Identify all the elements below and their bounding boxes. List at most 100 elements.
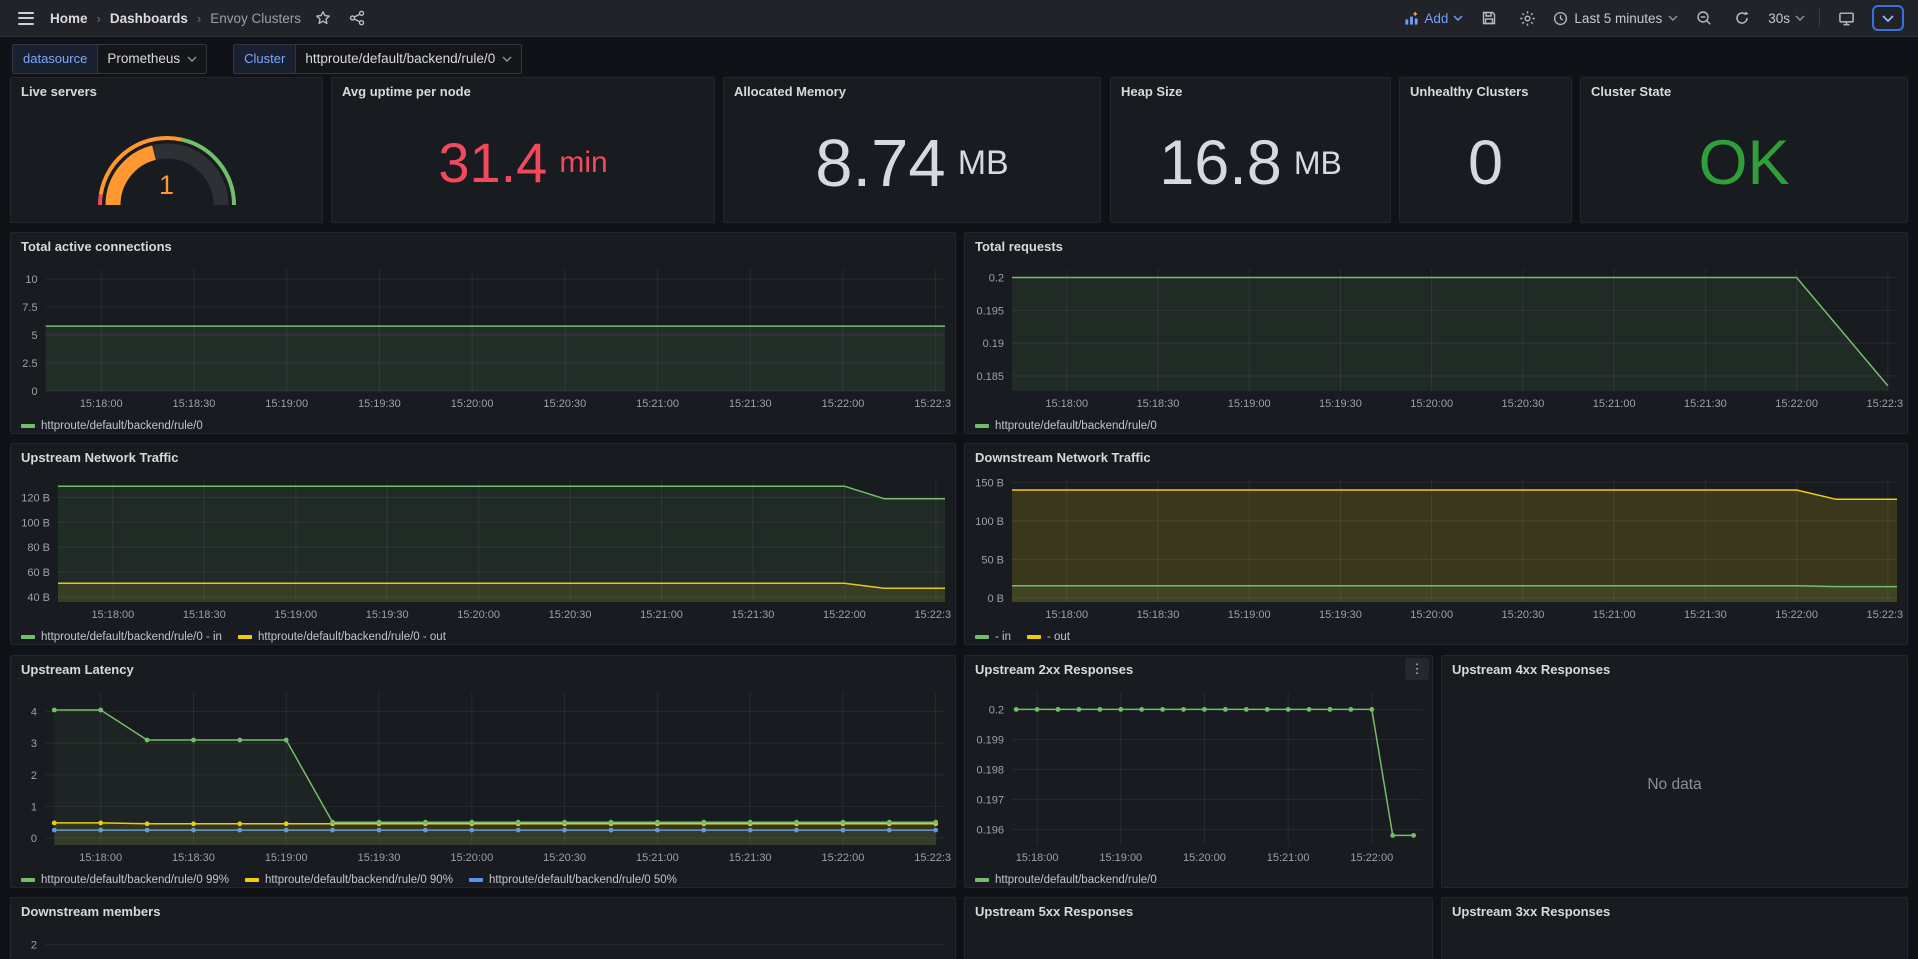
chevron-down-icon xyxy=(1453,15,1463,21)
legend-item[interactable]: httproute/default/backend/rule/0 xyxy=(21,420,203,432)
panel-title[interactable]: Avg uptime per node xyxy=(342,84,471,99)
refresh-interval-dropdown[interactable]: 30s xyxy=(1768,11,1805,26)
legend-item[interactable]: httproute/default/backend/rule/0 - out xyxy=(238,631,446,643)
clock-icon xyxy=(1553,11,1568,26)
panel-title[interactable]: Unhealthy Clusters xyxy=(1410,84,1528,99)
panel-title[interactable]: Upstream 5xx Responses xyxy=(975,904,1133,919)
panel-unhealthy-clusters: Unhealthy Clusters 0 xyxy=(1399,77,1572,223)
panel-title[interactable]: Upstream Latency xyxy=(21,662,134,677)
kiosk-monitor-icon[interactable] xyxy=(1834,6,1858,30)
panel-title[interactable]: Downstream members xyxy=(21,904,160,919)
legend-item[interactable]: httproute/default/backend/rule/0 - in xyxy=(21,631,222,643)
cluster-dropdown[interactable]: httproute/default/backend/rule/0 xyxy=(296,44,522,74)
save-dashboard-icon[interactable] xyxy=(1477,6,1501,30)
panel-title[interactable]: Upstream Network Traffic xyxy=(21,450,179,465)
svg-text:15:21:00: 15:21:00 xyxy=(1593,609,1636,621)
menu-icon[interactable] xyxy=(14,5,40,31)
svg-text:15:21:30: 15:21:30 xyxy=(732,609,775,621)
svg-text:15:20:30: 15:20:30 xyxy=(543,398,586,410)
svg-text:15:22:00: 15:22:00 xyxy=(1350,852,1393,864)
datasource-dropdown[interactable]: Prometheus xyxy=(98,44,207,74)
settings-gear-icon[interactable] xyxy=(1515,6,1539,30)
chart-canvas[interactable]: 15:18:0015:18:3015:19:0015:19:3015:20:00… xyxy=(15,682,951,872)
legend-item[interactable]: httproute/default/backend/rule/0 xyxy=(975,420,1157,432)
panel-upstream-latency: Upstream Latency 15:18:0015:18:3015:19:0… xyxy=(10,655,956,888)
legend-label: - in xyxy=(995,631,1011,643)
datasource-label: datasource xyxy=(12,44,98,74)
panel-title[interactable]: Upstream 3xx Responses xyxy=(1452,904,1610,919)
svg-text:15:18:00: 15:18:00 xyxy=(1045,609,1088,621)
svg-text:0.198: 0.198 xyxy=(976,764,1004,776)
zoom-out-icon[interactable] xyxy=(1692,6,1716,30)
svg-text:15:20:00: 15:20:00 xyxy=(451,398,494,410)
stat-value: 16.8 xyxy=(1159,132,1282,195)
svg-text:15:21:30: 15:21:30 xyxy=(729,852,772,864)
legend-label: httproute/default/backend/rule/0 - out xyxy=(258,631,446,643)
chevron-down-icon xyxy=(502,56,512,62)
svg-text:2: 2 xyxy=(31,939,37,951)
svg-text:15:18:00: 15:18:00 xyxy=(79,852,122,864)
chart-canvas[interactable]: 15:18:0015:18:3015:19:0015:19:3015:20:00… xyxy=(969,470,1903,629)
panel-title[interactable]: Downstream Network Traffic xyxy=(975,450,1151,465)
expand-chevron-button[interactable] xyxy=(1872,5,1904,31)
chart-canvas[interactable]: 15:18:0015:19:0015:20:0015:21:0015:22:00… xyxy=(969,682,1428,872)
legend-item[interactable]: httproute/default/backend/rule/0 99% xyxy=(21,874,229,886)
svg-text:0.199: 0.199 xyxy=(976,734,1004,746)
panel-title[interactable]: Total active connections xyxy=(21,239,172,254)
toolbar-divider xyxy=(1819,9,1820,27)
refresh-icon[interactable] xyxy=(1730,6,1754,30)
svg-text:15:19:30: 15:19:30 xyxy=(358,852,401,864)
time-range-picker[interactable]: Last 5 minutes xyxy=(1553,11,1678,26)
svg-text:15:19:30: 15:19:30 xyxy=(1319,609,1362,621)
svg-text:120 B: 120 B xyxy=(21,492,50,504)
panel-title[interactable]: Total requests xyxy=(975,239,1063,254)
legend-item[interactable]: httproute/default/backend/rule/0 90% xyxy=(245,874,453,886)
svg-text:15:20:00: 15:20:00 xyxy=(1410,398,1453,410)
legend-label: httproute/default/backend/rule/0 xyxy=(41,420,203,432)
legend-item[interactable]: httproute/default/backend/rule/0 50% xyxy=(469,874,677,886)
panel-downstream-network-traffic: Downstream Network Traffic 15:18:0015:18… xyxy=(964,443,1908,645)
chart-canvas[interactable] xyxy=(1446,924,1903,959)
svg-text:3: 3 xyxy=(31,738,37,750)
svg-text:0.2: 0.2 xyxy=(989,704,1004,716)
legend-swatch xyxy=(975,424,989,428)
stat-unit: MB xyxy=(958,146,1009,180)
panel-title[interactable]: Heap Size xyxy=(1121,84,1182,99)
legend-item[interactable]: httproute/default/backend/rule/0 xyxy=(975,874,1157,886)
chart-canvas[interactable]: 15:18:0015:18:3015:19:0015:19:3015:20:00… xyxy=(15,259,951,418)
legend-item[interactable]: - out xyxy=(1027,631,1070,643)
panel-title[interactable]: Upstream 2xx Responses xyxy=(975,662,1133,677)
panel-title[interactable]: Cluster State xyxy=(1591,84,1671,99)
svg-text:15:21:00: 15:21:00 xyxy=(636,398,679,410)
chart-canvas[interactable]: 2 xyxy=(15,924,951,959)
stat-value: 31.4 xyxy=(438,135,547,191)
svg-text:0: 0 xyxy=(31,833,37,845)
favorite-star-icon[interactable] xyxy=(311,6,335,30)
legend-swatch xyxy=(975,878,989,882)
svg-text:15:21:00: 15:21:00 xyxy=(1593,398,1636,410)
svg-text:15:21:00: 15:21:00 xyxy=(1267,852,1310,864)
panel-title[interactable]: Allocated Memory xyxy=(734,84,846,99)
chart-canvas[interactable]: 15:18:0015:18:3015:19:0015:19:3015:20:00… xyxy=(15,470,951,629)
chart-canvas[interactable] xyxy=(969,924,1428,959)
panel-menu-icon[interactable]: ⋮ xyxy=(1405,658,1429,680)
share-icon[interactable] xyxy=(345,6,369,30)
svg-text:15:18:30: 15:18:30 xyxy=(1137,398,1180,410)
svg-text:50 B: 50 B xyxy=(981,555,1004,567)
panel-title[interactable]: Upstream 4xx Responses xyxy=(1452,662,1610,677)
add-button[interactable]: Add xyxy=(1404,11,1463,26)
legend-item[interactable]: - in xyxy=(975,631,1011,643)
svg-text:0.19: 0.19 xyxy=(983,338,1004,350)
breadcrumb-dashboards[interactable]: Dashboards xyxy=(110,11,188,26)
panel-allocated-memory: Allocated Memory 8.74 MB xyxy=(723,77,1101,223)
svg-text:15:19:30: 15:19:30 xyxy=(1319,398,1362,410)
panel-upstream-4xx-responses: Upstream 4xx Responses No data xyxy=(1441,655,1908,888)
svg-text:15:18:30: 15:18:30 xyxy=(183,609,226,621)
stat-value: 1 xyxy=(11,170,322,201)
chevron-down-icon xyxy=(1882,15,1894,22)
chart-canvas[interactable]: 15:18:0015:18:3015:19:0015:19:3015:20:00… xyxy=(969,259,1903,418)
svg-text:0.196: 0.196 xyxy=(976,824,1004,836)
breadcrumb-home[interactable]: Home xyxy=(50,11,88,26)
panel-title[interactable]: Live servers xyxy=(21,84,97,99)
breadcrumb-separator: › xyxy=(97,11,101,26)
